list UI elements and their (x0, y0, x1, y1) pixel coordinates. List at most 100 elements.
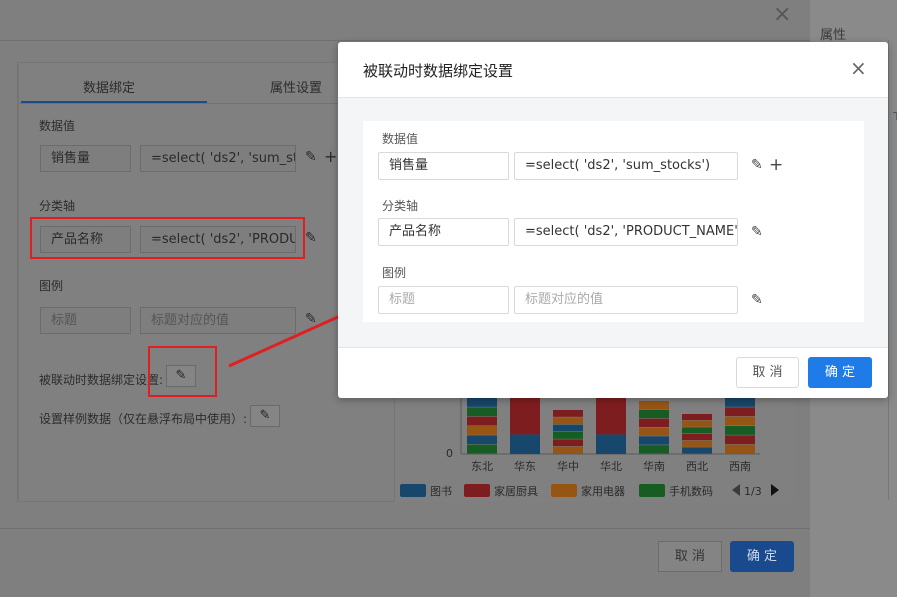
sample-data-edit-button[interactable]: ✎ (250, 405, 280, 427)
legend-prev-icon (732, 484, 740, 496)
modal-category-label: 分类轴 (382, 199, 419, 213)
legend-label: 图书 (430, 485, 452, 498)
modal-category-expression-input[interactable]: =select( 'ds2', 'PRODUCT_NAME') (514, 218, 738, 246)
modal-legend-value-input[interactable]: 标题对应的值 (514, 286, 738, 314)
background-cancel-button[interactable]: 取 消 (658, 541, 722, 572)
sample-data-label: 设置样例数据（仅在悬浮布局中使用）: (39, 412, 248, 426)
background-footer-divider (0, 528, 810, 529)
legend-page-indicator: 1/3 (744, 485, 762, 498)
bar-segment (682, 414, 712, 421)
value-expression-input[interactable]: =select( 'ds2', 'sum_st (140, 145, 296, 172)
linked-binding-label: 被联动时数据绑定设置: (39, 373, 164, 387)
modal-category-name-input[interactable]: 产品名称 (378, 218, 509, 246)
bar-segment (510, 434, 540, 454)
legend-label: 图例 (39, 279, 64, 293)
bar-segment (467, 435, 497, 445)
legend-label: 家居厨具 (494, 484, 538, 498)
binding-form: 数据值 销售量 =select( 'ds2', 'sum_stocks') ✎ … (363, 121, 864, 322)
bar-segment (596, 434, 626, 454)
background-header-divider (0, 40, 810, 41)
modal-value-name-input[interactable]: 销售量 (378, 152, 509, 180)
bar-segment (553, 424, 583, 432)
x-tick-label: 华东 (514, 459, 536, 473)
bar-segment (553, 439, 583, 447)
highlight-linked-edit-button (148, 346, 217, 397)
legend-swatch (551, 484, 577, 497)
bar-segment (725, 444, 755, 454)
bar-segment (682, 440, 712, 447)
modal-cancel-button[interactable]: 取 消 (736, 357, 799, 388)
bar-segment (725, 426, 755, 435)
bar-segment (596, 398, 626, 435)
bar-segment (553, 446, 583, 454)
bar-segment (639, 401, 669, 410)
bar-segment (682, 420, 712, 427)
bar-segment (682, 427, 712, 434)
stacked-bar-chart: 0 东北 华东 华中 华北 华南 西北 西南 图书 家居厨具 家用电器 手机数码 1/3 (400, 398, 779, 498)
legend-label: 家用电器 (581, 484, 625, 498)
bar-segment (725, 416, 755, 426)
x-tick-label: 华北 (600, 459, 622, 473)
bar-segment (639, 409, 669, 419)
strip-divider (888, 40, 897, 500)
modal-body: 数据值 销售量 =select( 'ds2', 'sum_stocks') ✎ … (338, 98, 888, 347)
tab-data-binding[interactable]: 数据绑定 (83, 77, 135, 96)
modal-value-label: 数据值 (382, 132, 419, 146)
bar-segment (682, 434, 712, 441)
bar-segment (639, 418, 669, 427)
category-label: 分类轴 (39, 199, 76, 213)
linked-binding-modal: 被联动时数据绑定设置 × 数据值 销售量 =select( 'ds2', 'su… (338, 42, 888, 398)
highlight-category-row (30, 217, 305, 259)
legend-next-icon (771, 484, 779, 496)
bar-segment (639, 445, 669, 454)
modal-edit-category-icon[interactable]: ✎ (751, 224, 763, 240)
bar-segment (682, 447, 712, 454)
legend-value-input[interactable]: 标题对应的值 (140, 307, 296, 334)
legend-swatch (400, 484, 426, 497)
x-tick-label: 东北 (471, 460, 493, 473)
x-tick-label: 西南 (729, 460, 751, 473)
modal-legend-title-input[interactable]: 标题 (378, 286, 509, 314)
legend-title-input[interactable]: 标题 (40, 307, 131, 334)
bar-segment (639, 427, 669, 436)
bar-segment (725, 435, 755, 445)
x-tick-label: 华中 (557, 459, 579, 473)
bar-segment (467, 398, 497, 407)
background-close-icon[interactable]: × (773, 2, 791, 27)
y-tick-zero: 0 (446, 447, 453, 460)
property-label: 属性 (820, 28, 847, 43)
modal-add-value-icon[interactable]: + (769, 155, 783, 175)
x-tick-label: 西北 (686, 460, 708, 473)
add-value-icon[interactable]: + (324, 147, 337, 166)
bar-segment (467, 444, 497, 454)
chart-preview: 0 东北 华东 华中 华北 华南 西北 西南 图书 家居厨具 家用电器 手机数码 1/3 (395, 398, 795, 502)
tab-property-settings[interactable]: 属性设置 (270, 77, 322, 96)
modal-footer-divider (338, 347, 888, 348)
bar-segment (467, 416, 497, 426)
modal-ok-button[interactable]: 确 定 (808, 357, 872, 388)
modal-edit-legend-icon[interactable]: ✎ (751, 292, 763, 308)
legend-swatch (639, 484, 665, 497)
bar-segment (725, 398, 755, 407)
modal-close-icon[interactable]: × (850, 56, 867, 80)
x-tick-label: 华南 (643, 459, 665, 473)
modal-edit-value-icon[interactable]: ✎ (751, 157, 763, 173)
bar-segment (510, 398, 540, 435)
value-label: 数据值 (39, 119, 76, 133)
background-ok-button[interactable]: 确 定 (730, 541, 794, 572)
bar-segment (553, 410, 583, 417)
modal-value-expression-input[interactable]: =select( 'ds2', 'sum_stocks') (514, 152, 738, 180)
edit-category-icon[interactable]: ✎ (305, 230, 317, 246)
edit-value-icon[interactable]: ✎ (305, 149, 317, 165)
edit-legend-icon[interactable]: ✎ (305, 311, 317, 327)
modal-legend-label: 图例 (382, 266, 407, 280)
background-left-strip (0, 62, 18, 502)
bar-segment (467, 407, 497, 417)
bar-segment (553, 417, 583, 425)
legend-label: 手机数码 (669, 484, 713, 498)
bar-segment (467, 426, 497, 435)
legend-swatch (464, 484, 490, 497)
bar-segment (725, 407, 755, 417)
modal-title: 被联动时数据绑定设置 (363, 62, 514, 80)
value-name-input[interactable]: 销售量 (40, 145, 131, 172)
